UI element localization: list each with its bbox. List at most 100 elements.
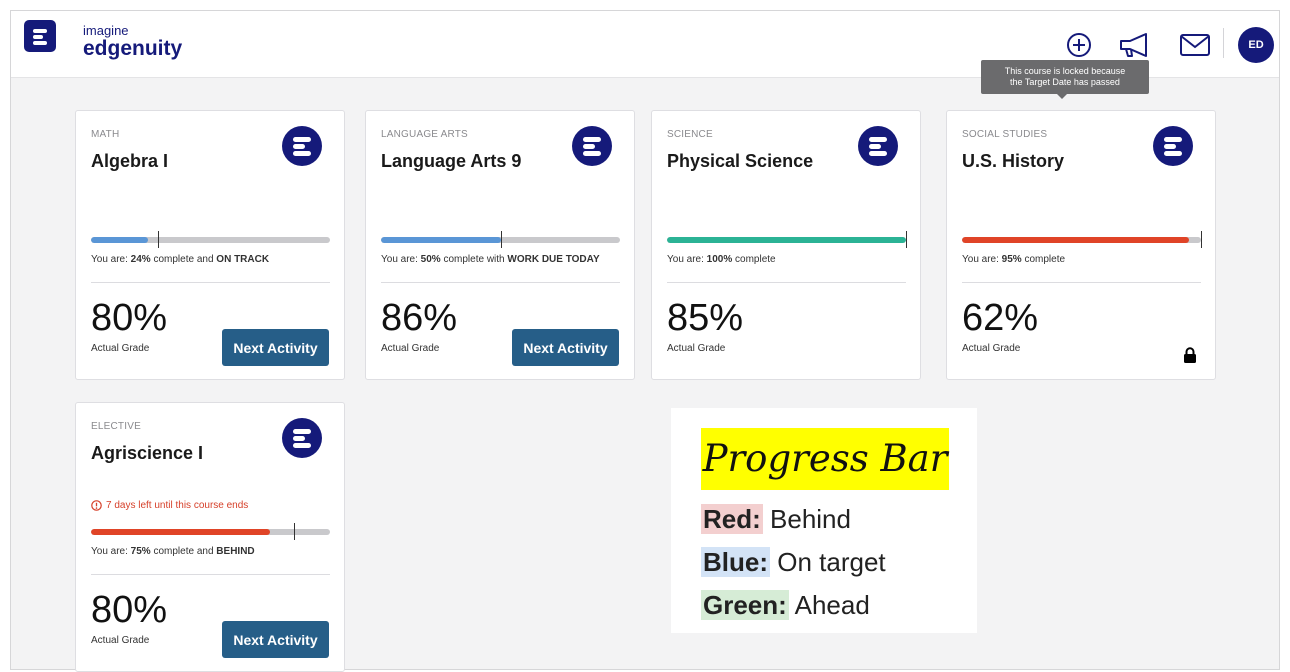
megaphone-icon[interactable]	[1118, 32, 1150, 58]
status-middle: complete and	[150, 254, 217, 265]
status-percent: 24%	[130, 254, 151, 265]
next-activity-button[interactable]: Next Activity	[512, 329, 619, 366]
locked-course-tooltip: This course is locked because the Target…	[981, 60, 1149, 94]
course-subject: ELECTIVE	[91, 421, 141, 432]
actual-grade-label: Actual Grade	[962, 343, 1021, 354]
legend-row: Blue: On target	[701, 547, 886, 578]
status-middle: complete and	[150, 546, 217, 557]
course-card[interactable]: SCIENCE Physical Science You are: 100% com…	[651, 110, 921, 380]
status-prefix: You are:	[91, 254, 128, 265]
card-divider	[91, 282, 330, 283]
legend-key: Blue:	[701, 547, 770, 577]
progress-bar	[962, 237, 1201, 243]
progress-fill	[91, 529, 270, 535]
status-percent: 95%	[1001, 254, 1022, 265]
target-marker	[158, 231, 159, 248]
legend-row: Red: Behind	[701, 504, 851, 535]
course-title[interactable]: Physical Science	[667, 151, 813, 172]
actual-grade-value: 80%	[91, 589, 168, 631]
actual-grade-value: 86%	[381, 297, 458, 339]
edgenuity-logo-icon	[282, 126, 322, 166]
status-prefix: You are:	[962, 254, 999, 265]
user-avatar[interactable]: ED	[1238, 27, 1274, 63]
status-percent: 75%	[130, 546, 151, 557]
card-divider	[962, 282, 1201, 283]
actual-grade-value: 80%	[91, 297, 168, 339]
progress-status: You are: 100% complete	[667, 254, 776, 265]
progress-bar	[667, 237, 906, 243]
tooltip-arrow	[1057, 94, 1067, 99]
progress-fill	[381, 237, 501, 243]
course-subject: SCIENCE	[667, 129, 713, 140]
target-marker	[1201, 231, 1202, 248]
brand-tagline: imagine	[83, 23, 129, 38]
course-subject: MATH	[91, 129, 120, 140]
legend-value: Behind	[770, 504, 851, 534]
course-title[interactable]: Language Arts 9	[381, 151, 521, 172]
course-end-warning: 7 days left until this course ends	[91, 500, 248, 511]
status-tag: BEHIND	[216, 546, 255, 557]
target-marker	[501, 231, 502, 248]
progress-fill	[667, 237, 906, 243]
actual-grade-label: Actual Grade	[667, 343, 726, 354]
actual-grade-label: Actual Grade	[381, 343, 440, 354]
status-prefix: You are:	[667, 254, 704, 265]
course-title[interactable]: Algebra I	[91, 151, 168, 172]
progress-status: You are: 50% complete with WORK DUE TODA…	[381, 254, 600, 265]
topbar-divider	[1223, 28, 1224, 58]
progress-fill	[962, 237, 1189, 243]
card-divider	[667, 282, 906, 283]
progress-fill	[91, 237, 148, 243]
legend-key: Red:	[701, 504, 763, 534]
course-card[interactable]: LANGUAGE ARTS Language Arts 9 You are: 50%…	[365, 110, 635, 380]
progress-status: You are: 95% complete	[962, 254, 1065, 265]
target-marker	[294, 523, 295, 540]
alert-circle-icon	[91, 500, 102, 511]
progress-status: You are: 24% complete and ON TRACK	[91, 254, 269, 265]
edgenuity-logo-icon	[282, 418, 322, 458]
progress-status: You are: 75% complete and BEHIND	[91, 546, 255, 557]
lock-icon	[1184, 347, 1196, 363]
course-title[interactable]: U.S. History	[962, 151, 1064, 172]
actual-grade-label: Actual Grade	[91, 635, 150, 646]
edgenuity-logo-icon	[1153, 126, 1193, 166]
status-middle: complete	[732, 254, 776, 265]
actual-grade-label: Actual Grade	[91, 343, 150, 354]
legend-title: Progress Bar	[701, 428, 949, 490]
status-prefix: You are:	[91, 546, 128, 557]
actual-grade-value: 85%	[667, 297, 744, 339]
course-subject: LANGUAGE ARTS	[381, 129, 468, 140]
envelope-icon[interactable]	[1179, 32, 1211, 58]
plus-circle-icon[interactable]	[1066, 32, 1092, 58]
legend-value: On target	[777, 547, 886, 577]
legend-row: Green: Ahead	[701, 590, 870, 621]
course-card[interactable]: ELECTIVE Agriscience I 7 days left until t…	[75, 402, 345, 672]
next-activity-button[interactable]: Next Activity	[222, 621, 329, 658]
status-percent: 100%	[706, 254, 733, 265]
target-marker	[906, 231, 907, 248]
status-tag: WORK DUE TODAY	[507, 254, 600, 265]
course-title[interactable]: Agriscience I	[91, 443, 203, 464]
brand-name: edgenuity	[83, 37, 183, 60]
progress-bar	[91, 237, 330, 243]
card-divider	[91, 574, 330, 575]
tooltip-line-2: the Target Date has passed	[1010, 77, 1120, 87]
edgenuity-logo-icon[interactable]	[24, 20, 56, 52]
status-middle: complete with	[440, 254, 508, 265]
status-middle: complete	[1021, 254, 1066, 265]
status-percent: 50%	[420, 254, 441, 265]
progress-bar-legend: Progress Bar Red: Behind Blue: On target G…	[671, 408, 977, 633]
tooltip-line-1: This course is locked because	[1004, 66, 1126, 76]
edgenuity-logo-icon	[858, 126, 898, 166]
course-card[interactable]: SOCIAL STUDIES U.S. History You are: 95% c…	[946, 110, 1216, 380]
actual-grade-value: 62%	[962, 297, 1039, 339]
next-activity-button[interactable]: Next Activity	[222, 329, 329, 366]
legend-key: Green:	[701, 590, 789, 620]
warning-text: 7 days left until this course ends	[106, 500, 249, 511]
course-subject: SOCIAL STUDIES	[962, 129, 1048, 140]
edgenuity-logo-icon	[572, 126, 612, 166]
status-prefix: You are:	[381, 254, 418, 265]
card-divider	[381, 282, 620, 283]
course-card[interactable]: MATH Algebra I You are: 24% complete and O…	[75, 110, 345, 380]
legend-value: Ahead	[794, 590, 870, 620]
